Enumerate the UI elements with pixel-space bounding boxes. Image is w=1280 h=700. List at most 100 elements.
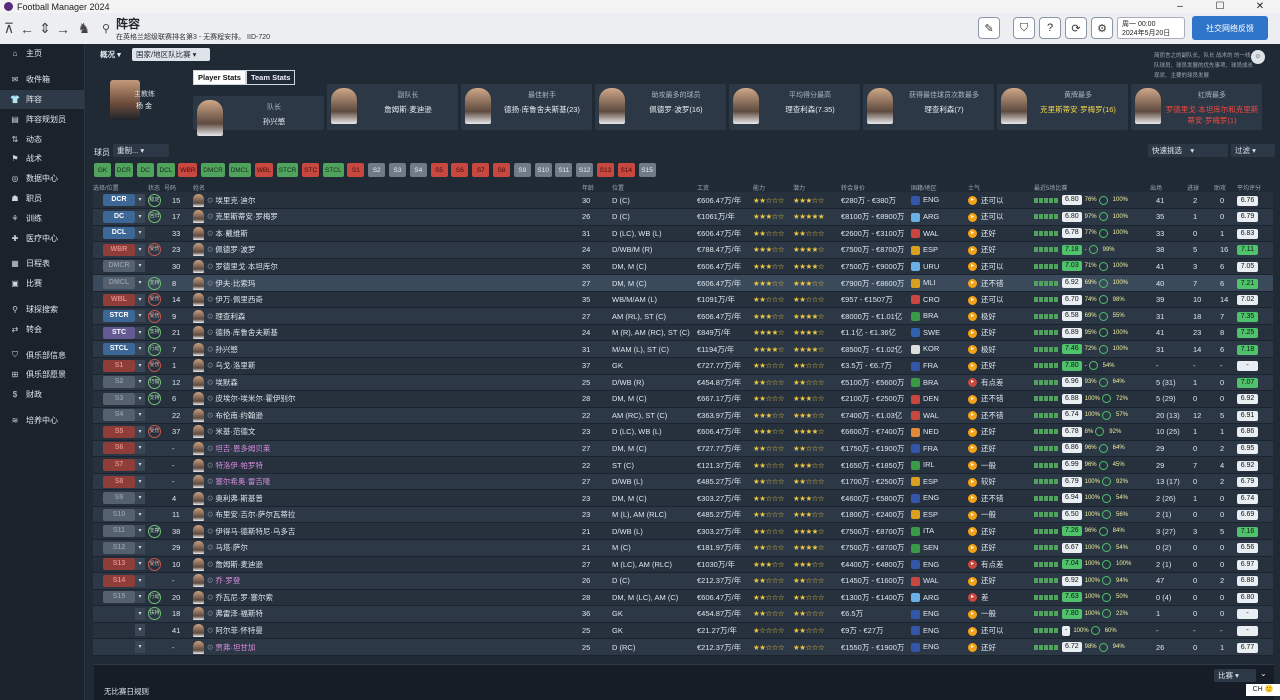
name-cell[interactable]: ⊙ 阿尔菲·怀特曼: [193, 622, 582, 640]
table-row[interactable]: S2 ▾ 巧偷 12 ⊙ 埃默森 25 D/WB (R) €454.87万/年 ★★☆☆☆ ★★☆…: [93, 374, 1273, 392]
column-header[interactable]: 工资: [697, 182, 753, 192]
table-row[interactable]: STC ▾ 支持 21 ⊙ 德扬·库鲁舍夫斯基 24 M (R), AM (RC), ST …: [93, 324, 1273, 342]
column-header[interactable]: 号码: [164, 182, 193, 192]
expand-icon[interactable]: ⌄: [1260, 669, 1267, 678]
position-badge[interactable]: [103, 624, 135, 636]
position-badge[interactable]: DCR: [103, 194, 135, 207]
table-row[interactable]: ▾ 扶持 18 ⊙ 弗雷泽·福斯特 36 GK €454.87万/年 ★★☆☆☆ ★★☆☆☆ €6…: [93, 605, 1273, 623]
name-cell[interactable]: ⊙ 马塔·萨尔: [193, 539, 582, 557]
column-header[interactable]: 状态: [148, 182, 164, 192]
view-dropdown[interactable]: 重制... ▾: [113, 144, 169, 157]
assistant-icon[interactable]: ☺: [1251, 50, 1265, 64]
chevron-down-icon[interactable]: ▾: [135, 227, 145, 240]
position-badge[interactable]: S4: [103, 409, 135, 422]
name-cell[interactable]: ⊙ 克里斯蒂安·罗梅罗: [193, 208, 582, 226]
chevron-down-icon[interactable]: ▾: [135, 326, 145, 339]
table-row[interactable]: STCL ▾ 行动 7 ⊙ 孙兴慜 31 M/AM (L), ST (C) €1194万/年 ★…: [93, 340, 1273, 358]
table-row[interactable]: S1 ▾ 受伤 1 ⊙ 乌戈·洛里斯 37 GK €727.77万/年 ★★☆☆☆ ★★☆☆☆ €3…: [93, 357, 1273, 375]
chevron-down-icon[interactable]: ▾: [135, 558, 145, 571]
name-cell[interactable]: ⊙ 乔·罗登: [193, 572, 582, 590]
name-cell[interactable]: ⊙ 罗德里戈·本坦库尔: [193, 258, 582, 276]
column-header[interactable]: 平均评分: [1237, 182, 1273, 192]
table-row[interactable]: S3 ▾ 支持 6 ⊙ 皮埃尔-埃米尔·霍伊别尔 28 DM, M (C) €667.17万/…: [93, 390, 1273, 408]
search-icon[interactable]: ⚲: [96, 22, 116, 35]
table-row[interactable]: S5 ▾ 受伤 37 ⊙ 米基·范德文 23 D (LC), WB (L) €606.47万/…: [93, 423, 1273, 441]
position-badge[interactable]: STCL: [103, 343, 135, 356]
table-row[interactable]: DCL ▾ 33 ⊙ 本·戴维斯 31 D (LC), WB (L) €606.47万/年 ★…: [93, 225, 1273, 243]
filter-s13[interactable]: S13: [596, 163, 614, 177]
sidebar-item-0[interactable]: ⌂ 主页: [0, 44, 84, 64]
filter-stc[interactable]: STC: [302, 163, 320, 177]
sidebar-item-12[interactable]: ⚲ 球探搜索: [0, 300, 84, 320]
name-cell[interactable]: ⊙ 贾弗·坦甘加: [193, 638, 582, 656]
game-date[interactable]: 周一 00:00 2024年5月20日: [1117, 17, 1185, 39]
position-badge[interactable]: S9: [103, 492, 135, 505]
chevron-down-icon[interactable]: ▾: [135, 541, 145, 554]
sidebar-item-3[interactable]: ▤ 阵容规划员: [0, 109, 84, 129]
name-cell[interactable]: ⊙ 布伦南·约翰逊: [193, 407, 582, 425]
filter-stcr[interactable]: STCR: [276, 163, 299, 177]
position-badge[interactable]: DMCR: [103, 260, 135, 273]
column-header[interactable]: 姓名: [193, 182, 582, 192]
name-cell[interactable]: ⊙ 伊万·佩里西奇: [193, 291, 582, 309]
name-cell[interactable]: ⊙ 乌戈·洛里斯: [193, 357, 582, 375]
stat-card[interactable]: 获得最佳球员次数最多 理查利森(7): [863, 84, 994, 130]
position-badge[interactable]: S1: [103, 359, 135, 372]
sidebar-item-4[interactable]: ⇅ 动态: [0, 129, 84, 149]
chevron-down-icon[interactable]: ▾: [135, 194, 145, 207]
sidebar-item-16[interactable]: $ 财政: [0, 385, 84, 405]
table-row[interactable]: DMCR ▾ 30 ⊙ 罗德里戈·本坦库尔 26 DM, M (C) €606.47万/年 ★…: [93, 258, 1273, 276]
name-cell[interactable]: ⊙ 皮埃尔-埃米尔·霍伊别尔: [193, 390, 582, 408]
table-row[interactable]: S13 ▾ 受伤 10 ⊙ 詹姆斯·麦迪逊 27 M (LC), AM (RLC) €1030…: [93, 556, 1273, 574]
position-badge[interactable]: S8: [103, 475, 135, 488]
refresh-icon[interactable]: ⟳: [1065, 17, 1087, 39]
minimize-icon[interactable]: –: [1160, 0, 1200, 13]
chevron-down-icon[interactable]: ▾: [135, 425, 145, 438]
filter-s8[interactable]: S8: [492, 163, 510, 177]
column-header[interactable]: 位置: [612, 182, 697, 192]
position-badge[interactable]: S14: [103, 574, 135, 587]
name-cell[interactable]: ⊙ 奥利弗·斯基普: [193, 489, 582, 507]
tab-player-stats[interactable]: Player Stats: [193, 70, 246, 85]
column-header[interactable]: 助攻: [1214, 182, 1237, 192]
position-badge[interactable]: S6: [103, 442, 135, 455]
name-cell[interactable]: ⊙ 布里安·吉尔·萨尔瓦蒂拉: [193, 506, 582, 524]
filter-dcr[interactable]: DCR: [114, 163, 133, 177]
filter-wbl[interactable]: WBL: [254, 163, 273, 177]
position-badge[interactable]: S12: [103, 541, 135, 554]
table-row[interactable]: DC ▾ 回归 17 ⊙ 克里斯蒂安·罗梅罗 26 D (C) €1061万/年 ★★★☆☆ ★★…: [93, 208, 1273, 226]
chevron-down-icon[interactable]: ▾: [135, 591, 145, 604]
column-header[interactable]: 国籍/地区: [911, 182, 968, 192]
continue-button[interactable]: 社交网络反馈: [1192, 16, 1268, 40]
position-badge[interactable]: DMCL: [103, 277, 135, 289]
filter-s12[interactable]: S12: [576, 163, 594, 177]
stat-card[interactable]: 最佳射手 德扬·库鲁舍夫斯基(23): [461, 84, 592, 130]
overview-dropdown[interactable]: 概况 ▾: [96, 48, 128, 61]
filter-s14[interactable]: S14: [617, 163, 635, 177]
filter-dcl[interactable]: DCL: [157, 163, 175, 177]
stat-card[interactable]: 黄牌最多 克里斯蒂安·罗梅罗(16): [997, 84, 1128, 130]
table-row[interactable]: WBR ▾ 受伤 23 ⊙ 佩德罗·波罗 24 D/WB/M (R) €788.47万/年 ★★…: [93, 241, 1273, 259]
name-cell[interactable]: ⊙ 本·戴维斯: [193, 225, 582, 243]
column-header[interactable]: 转会身价: [841, 182, 911, 192]
chevron-down-icon[interactable]: ▾: [135, 260, 145, 273]
squad-select-dropdown[interactable]: 国家/地区队比赛 ▾: [132, 48, 210, 61]
position-badge[interactable]: STC: [103, 326, 135, 339]
table-row[interactable]: ▾ 41 ⊙ 阿尔菲·怀特曼 25 GK €21.27万/年 ★☆☆☆☆ ★★☆☆☆ €9万 -…: [93, 622, 1273, 640]
back-icon[interactable]: ←: [18, 21, 36, 37]
table-row[interactable]: S11 ▾ 支撑 38 ⊙ 伊得马·德斯特尼·乌多吉 21 D/WB (L) €303.27万…: [93, 522, 1273, 540]
chevron-down-icon[interactable]: ▾: [135, 392, 145, 405]
filter-dmcl[interactable]: DMCL: [228, 163, 251, 177]
name-cell[interactable]: ⊙ 弗雷泽·福斯特: [193, 605, 582, 623]
sidebar-item-1[interactable]: ✉ 收件箱: [0, 70, 84, 90]
name-cell[interactable]: ⊙ 伊夫·比索玛: [193, 274, 582, 292]
table-row[interactable]: S4 ▾ 22 ⊙ 布伦南·约翰逊 22 AM (RC), ST (C) €363.97万/…: [93, 407, 1273, 425]
chevron-down-icon[interactable]: ▾: [135, 359, 145, 372]
sidebar-item-17[interactable]: ≋ 培养中心: [0, 411, 84, 431]
chevron-down-icon[interactable]: ▾: [135, 475, 145, 488]
forward-icon[interactable]: →: [54, 21, 72, 37]
filter-s6[interactable]: S6: [451, 163, 469, 177]
table-row[interactable]: S15 ▾ 行动 20 ⊙ 乔瓦尼·罗·塞尔索 28 DM, M (LC), AM (C) €…: [93, 589, 1273, 607]
filter-s11[interactable]: S11: [555, 163, 573, 177]
chevron-down-icon[interactable]: ▾: [135, 343, 145, 356]
